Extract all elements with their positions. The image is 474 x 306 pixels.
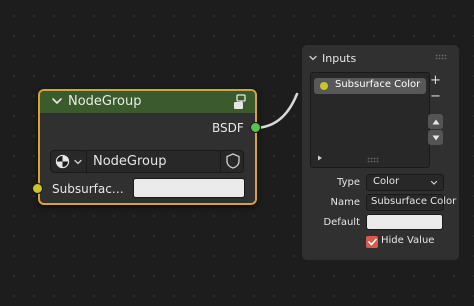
list-item-label: Subsurface Color xyxy=(335,79,421,90)
chevron-down-icon xyxy=(430,180,438,185)
node-header[interactable]: NodeGroup xyxy=(40,91,255,113)
name-field-value: Subsurface Color xyxy=(371,196,457,207)
node-title: NodeGroup xyxy=(68,94,142,109)
checkmark-icon xyxy=(367,238,377,246)
node-group-name[interactable]: NodeGroup xyxy=(93,154,167,169)
remove-input-button[interactable]: − xyxy=(428,89,443,104)
name-field[interactable]: Subsurface Color xyxy=(366,194,456,211)
chevron-down-icon[interactable] xyxy=(50,94,64,108)
node-group-selector[interactable]: NodeGroup xyxy=(50,150,244,173)
color-socket-icon xyxy=(320,82,328,90)
browse-node-tree-button[interactable] xyxy=(51,151,87,172)
input-socket-label: Subsurfac… xyxy=(52,182,124,196)
hide-value-label[interactable]: Hide Value xyxy=(381,235,434,246)
name-label: Name xyxy=(330,197,360,208)
node-group-icon[interactable] xyxy=(232,94,248,110)
add-input-button[interactable]: + xyxy=(428,73,443,88)
default-color-field[interactable] xyxy=(366,214,443,230)
chevron-down-icon xyxy=(74,159,82,165)
type-label: Type xyxy=(337,177,360,188)
move-down-button[interactable] xyxy=(428,130,443,145)
color-value-field[interactable] xyxy=(133,178,245,198)
type-dropdown-value: Color xyxy=(373,176,400,187)
node-tree-browse-icon xyxy=(55,154,70,169)
triangle-down-icon xyxy=(432,135,439,140)
node-group-node[interactable]: NodeGroup BSDF NodeGroup Subsurfac… xyxy=(38,89,257,205)
input-socket-subsurface-color[interactable] xyxy=(32,183,43,194)
triangle-right-icon[interactable] xyxy=(317,155,323,161)
inputs-panel: Inputs Subsurface Color + − Type Color N… xyxy=(302,45,459,260)
hide-value-checkbox[interactable] xyxy=(366,236,378,248)
chevron-down-icon[interactable] xyxy=(308,53,318,63)
type-dropdown[interactable]: Color xyxy=(366,174,444,191)
resize-grip-icon[interactable] xyxy=(367,157,379,163)
move-up-button[interactable] xyxy=(428,114,443,129)
fake-user-button[interactable] xyxy=(220,151,244,172)
output-socket-bsdf[interactable] xyxy=(250,122,261,133)
panel-title[interactable]: Inputs xyxy=(322,52,356,65)
list-item[interactable]: Subsurface Color xyxy=(314,78,426,94)
output-socket-label: BSDF xyxy=(212,121,244,135)
inputs-list[interactable]: Subsurface Color xyxy=(310,72,430,168)
shield-icon xyxy=(226,153,240,169)
drag-handle-icon[interactable] xyxy=(435,54,447,60)
triangle-up-icon xyxy=(432,119,439,124)
default-label: Default xyxy=(323,217,360,228)
